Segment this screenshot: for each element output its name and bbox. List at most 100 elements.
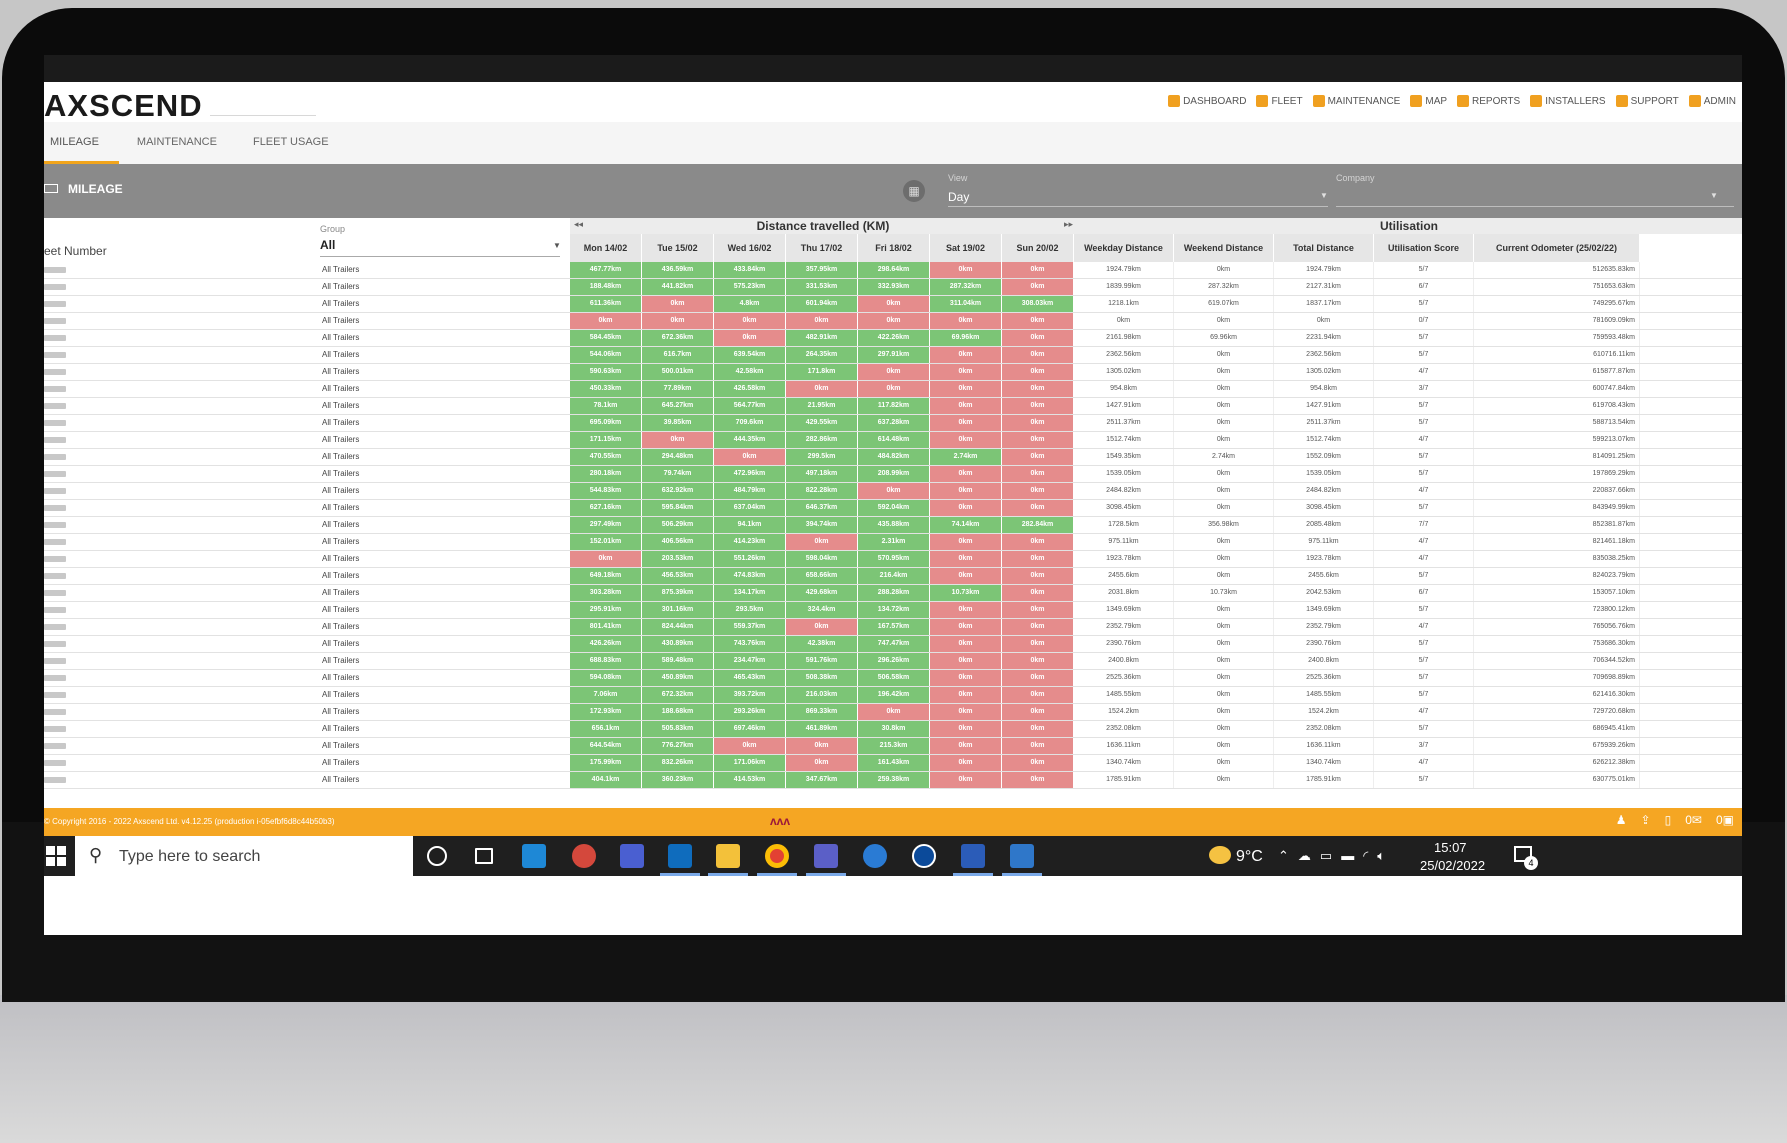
company-select[interactable] [1336,206,1734,207]
table-row[interactable]: All Trailers 297.49km 506.29km 94.1km 394.74… [44,517,1742,534]
util-column-header[interactable]: Current Odometer (25/02/22) [1474,234,1640,262]
day-distance-cell: 42.58km [714,364,786,380]
day-column-header[interactable]: Wed 16/02 [714,234,786,262]
wifi-icon[interactable]: ◜ [1363,848,1368,864]
calendar-icon[interactable]: ▦ [903,180,925,202]
document-icon[interactable]: ▯ [1665,813,1672,827]
table-row[interactable]: All Trailers 801.41km 824.44km 559.37km 0km 1… [44,619,1742,636]
day-distance-cell: 591.76km [786,653,858,669]
nav-map[interactable]: MAP [1410,95,1447,107]
table-row[interactable]: All Trailers 584.45km 672.36km 0km 482.91km 4… [44,330,1742,347]
day-column-header[interactable]: Mon 14/02 [570,234,642,262]
table-row[interactable]: All Trailers 649.18km 456.53km 474.83km 658.… [44,568,1742,585]
day-distance-cell: 470.55km [570,449,642,465]
password-manager-icon[interactable] [912,844,936,868]
table-row[interactable]: All Trailers 590.63km 500.01km 42.58km 171.8… [44,364,1742,381]
temperature[interactable]: 9°C [1236,848,1263,866]
day-column-header[interactable]: Fri 18/02 [858,234,930,262]
table-row[interactable]: All Trailers 7.06km 672.32km 393.72km 216.03… [44,687,1742,704]
table-row[interactable]: All Trailers 188.48km 441.82km 575.23km 331.… [44,279,1742,296]
table-row[interactable]: All Trailers 426.26km 430.89km 743.76km 42.3… [44,636,1742,653]
table-row[interactable]: All Trailers 175.99km 832.26km 171.06km 0km 1… [44,755,1742,772]
table-row[interactable]: All Trailers 688.83km 589.48km 234.47km 591.… [44,653,1742,670]
table-row[interactable]: All Trailers 594.08km 450.89km 465.43km 508.… [44,670,1742,687]
util-column-header[interactable]: Total Distance [1274,234,1374,262]
table-row[interactable]: All Trailers 450.33km 77.89km 426.58km 0km 0k… [44,381,1742,398]
weather-icon[interactable] [1209,846,1231,864]
view-select[interactable]: Day [948,190,969,204]
mail-icon[interactable]: 0✉ [1685,813,1702,827]
table-row[interactable]: All Trailers 544.83km 632.92km 484.79km 822.… [44,483,1742,500]
chevron-down-icon[interactable]: ▼ [1320,191,1328,200]
clock-time[interactable]: 15:07 [1434,840,1467,855]
clock-date[interactable]: 25/02/2022 [1420,858,1485,873]
util-column-header[interactable]: Utilisation Score [1374,234,1474,262]
table-row[interactable]: All Trailers 0km 203.53km 551.26km 598.04km 5… [44,551,1742,568]
nav-support[interactable]: SUPPORT [1615,95,1679,107]
table-row[interactable]: All Trailers 280.18km 79.74km 472.96km 497.1… [44,466,1742,483]
table-row[interactable]: All Trailers 470.55km 294.48km 0km 299.5km 48… [44,449,1742,466]
network-icon[interactable]: ▭ [1320,848,1332,864]
table-row[interactable]: All Trailers 303.28km 875.39km 134.17km 429.… [44,585,1742,602]
cortana-icon[interactable] [427,846,447,866]
table-row[interactable]: All Trailers 544.06km 616.7km 639.54km 264.3… [44,347,1742,364]
table-row[interactable]: All Trailers 611.36km 0km 4.8km 601.94km 0km 3… [44,296,1742,313]
day-distance-cell: 0km [570,313,642,329]
table-row[interactable]: All Trailers 295.91km 301.16km 293.5km 324.4… [44,602,1742,619]
table-row[interactable]: All Trailers 627.16km 595.84km 637.04km 646.… [44,500,1742,517]
table-row[interactable]: All Trailers 467.77km 436.59km 433.84km 357.… [44,262,1742,279]
util-column-header[interactable]: Weekday Distance [1074,234,1174,262]
tab-mileage[interactable]: MILEAGE [44,122,119,164]
table-row[interactable]: All Trailers 404.1km 360.23km 414.53km 347.6… [44,772,1742,789]
outlook-icon[interactable] [668,844,692,868]
cloud-icon[interactable]: ☁ [1298,848,1311,864]
table-row[interactable]: All Trailers 152.01km 406.56km 414.23km 0km 2… [44,534,1742,551]
nav-dashboard[interactable]: DASHBOARD [1168,95,1246,107]
nav-maintenance[interactable]: MAINTENANCE [1312,95,1400,107]
prev-week-icon[interactable]: ◂◂ [574,219,583,230]
folder-icon[interactable] [716,844,740,868]
next-week-icon[interactable]: ▸▸ [1064,219,1073,230]
app-icon[interactable] [522,844,546,868]
day-column-header[interactable]: Sat 19/02 [930,234,1002,262]
nav-installers[interactable]: INSTALLERS [1530,95,1606,107]
table-row[interactable]: All Trailers 695.09km 39.85km 709.6km 429.55… [44,415,1742,432]
chrome-icon[interactable] [765,844,789,868]
windows-start-icon[interactable] [46,846,66,866]
tab-fleet-usage[interactable]: FLEET USAGE [235,122,347,164]
user-alert-icon[interactable]: ♟ [1616,813,1627,827]
tab-maintenance[interactable]: MAINTENANCE [119,122,235,164]
table-row[interactable]: All Trailers 172.93km 188.68km 293.26km 869.… [44,704,1742,721]
day-distance-cell: 152.01km [570,534,642,550]
nav-reports[interactable]: REPORTS [1457,95,1520,107]
word-icon[interactable] [961,844,985,868]
chevron-down-icon[interactable]: ▼ [1710,191,1718,200]
nav-admin[interactable]: ADMIN [1688,95,1736,107]
table-row[interactable]: All Trailers 644.54km 776.27km 0km 0km 215.3k… [44,738,1742,755]
group-cell: All Trailers [322,469,360,478]
chevron-down-icon[interactable]: ▼ [553,241,561,250]
nav-fleet[interactable]: FLEET [1256,95,1303,107]
day-column-header[interactable]: Tue 15/02 [642,234,714,262]
volume-icon[interactable]: 🔈︎ [1377,848,1385,864]
table-row[interactable]: All Trailers 0km 0km 0km 0km 0km 0km 0km 0km 0km 0… [44,313,1742,330]
taskbar-search-input[interactable]: ⚲ Type here to search [75,836,413,876]
calculator-icon[interactable] [620,844,644,868]
battery-icon[interactable]: ▬ [1341,848,1354,864]
photos-icon[interactable] [1010,844,1034,868]
truck-icon[interactable]: 0▣ [1716,813,1734,827]
table-row[interactable]: All Trailers 171.15km 0km 444.35km 282.86km 6… [44,432,1742,449]
upload-icon[interactable]: ⇪ [1641,813,1651,827]
table-row[interactable]: All Trailers 78.1km 645.27km 564.77km 21.95k… [44,398,1742,415]
util-column-header[interactable]: Weekend Distance [1174,234,1274,262]
app-icon[interactable] [863,844,887,868]
app-icon[interactable] [572,844,596,868]
task-view-icon[interactable] [475,848,493,864]
group-select[interactable]: All [320,238,335,252]
teams-icon[interactable] [814,844,838,868]
day-column-header[interactable]: Sun 20/02 [1002,234,1074,262]
fleet-number-header[interactable]: eet Number [44,244,107,258]
day-column-header[interactable]: Thu 17/02 [786,234,858,262]
chevron-up-icon[interactable]: ⌃ [1278,848,1289,864]
table-row[interactable]: All Trailers 656.1km 505.83km 697.46km 461.8… [44,721,1742,738]
